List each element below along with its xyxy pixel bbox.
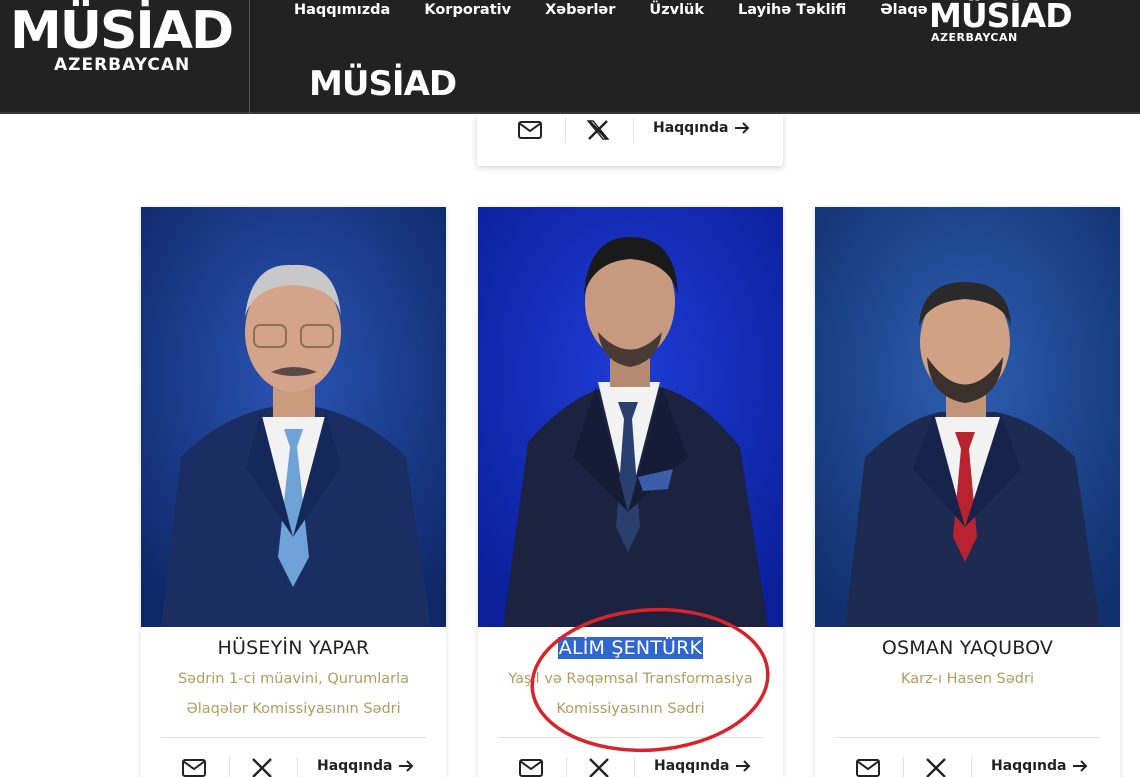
member-photo	[815, 207, 1120, 627]
action-divider	[565, 118, 566, 143]
action-divider	[633, 118, 634, 143]
card-separator	[835, 737, 1100, 738]
card-actions: Haqqında	[478, 752, 783, 777]
about-link-label: Haqqında	[317, 758, 393, 774]
action-divider	[566, 757, 567, 777]
nav-item-about[interactable]: Haqqımızda	[277, 0, 407, 24]
x-social-icon[interactable]	[583, 118, 613, 142]
header-divider	[249, 0, 250, 114]
member-role-line: Sədrin 1-ci müavini, Qurumlarla	[177, 671, 410, 687]
main-nav: Haqqımızda Korporativ Xəbərlər Üzvlük La…	[277, 0, 945, 24]
action-divider	[903, 757, 904, 777]
about-link[interactable]: Haqqında	[317, 758, 414, 774]
about-link-label: Haqqında	[991, 758, 1067, 774]
mail-icon[interactable]	[179, 757, 209, 777]
member-role-line: Komissiyasının Sədri	[556, 701, 705, 717]
site-header: MÜSİAD AZERBAYCAN Haqqımızda Korporativ …	[0, 0, 1140, 114]
partner-logo-wordmark: MÜSİAD	[929, 0, 1073, 35]
mail-icon[interactable]	[516, 757, 546, 777]
x-social-icon[interactable]	[921, 756, 951, 777]
nav-item-membership[interactable]: Üzvlük	[632, 0, 721, 24]
about-link[interactable]: Haqqında	[654, 758, 751, 774]
nav-item-corporate[interactable]: Korporativ	[407, 0, 528, 24]
card-actions: Haqqında	[815, 752, 1120, 777]
page: MÜSİAD AZERBAYCAN Haqqımızda Korporativ …	[0, 0, 1140, 777]
x-social-icon[interactable]	[584, 756, 614, 777]
site-logo[interactable]: MÜSİAD AZERBAYCAN	[10, 1, 238, 76]
member-card-partial: Haqqında	[477, 114, 783, 166]
member-role-line: Yaşıl və Rəqəmsal Transformasiya	[508, 671, 753, 687]
musiad-logo[interactable]: MÜSİAD	[309, 66, 457, 102]
member-photo	[478, 207, 783, 627]
member-name: OSMAN YAQUBOV	[881, 637, 1054, 659]
card-actions: Haqqında	[141, 752, 446, 777]
about-link-label: Haqqında	[653, 120, 729, 136]
card-separator	[498, 737, 763, 738]
member-card: HÜSEYİN YAPAR Sədrin 1-ci müavini, Qurum…	[141, 207, 446, 777]
about-link[interactable]: Haqqında	[653, 120, 750, 136]
member-role: Yaşıl və Rəqəmsal Transformasiya Komissi…	[498, 664, 763, 724]
partner-logo-azerbaycan[interactable]: MÜSİAD AZERBAYCAN	[929, 0, 1073, 44]
selected-text: ALİM ŞENTÜRK	[557, 637, 704, 659]
arrow-right-icon	[735, 122, 750, 134]
arrow-right-icon	[1073, 760, 1088, 772]
member-name: HÜSEYİN YAPAR	[217, 637, 370, 659]
mail-icon[interactable]	[515, 119, 545, 141]
member-role: Sədrin 1-ci müavini, Qurumlarla Əlaqələr…	[161, 664, 426, 724]
member-photo	[141, 207, 446, 627]
logo-wordmark: MÜSİAD	[10, 1, 234, 61]
action-divider	[634, 757, 635, 777]
action-divider	[229, 757, 230, 777]
about-link-label: Haqqında	[654, 758, 730, 774]
member-role: Karz-ı Hasen Sədri	[835, 664, 1100, 694]
action-divider	[971, 757, 972, 777]
member-role-line: Karz-ı Hasen Sədri	[901, 671, 1034, 687]
mail-icon[interactable]	[853, 757, 883, 777]
nav-item-project-proposal[interactable]: Layihə Təklifi	[721, 0, 863, 24]
member-card: ALİM ŞENTÜRK Yaşıl və Rəqəmsal Transform…	[478, 207, 783, 777]
member-name: ALİM ŞENTÜRK	[478, 637, 783, 659]
arrow-right-icon	[399, 760, 414, 772]
card-actions: Haqqında	[477, 114, 782, 154]
x-social-icon[interactable]	[247, 756, 277, 777]
nav-item-news[interactable]: Xəbərlər	[528, 0, 632, 24]
member-role-line: Əlaqələr Komissiyasının Sədri	[186, 701, 401, 717]
member-card: OSMAN YAQUBOV Karz-ı Hasen Sədri Haqqınd…	[815, 207, 1120, 777]
arrow-right-icon	[736, 760, 751, 772]
about-link[interactable]: Haqqında	[991, 758, 1088, 774]
card-separator	[161, 737, 426, 738]
action-divider	[297, 757, 298, 777]
